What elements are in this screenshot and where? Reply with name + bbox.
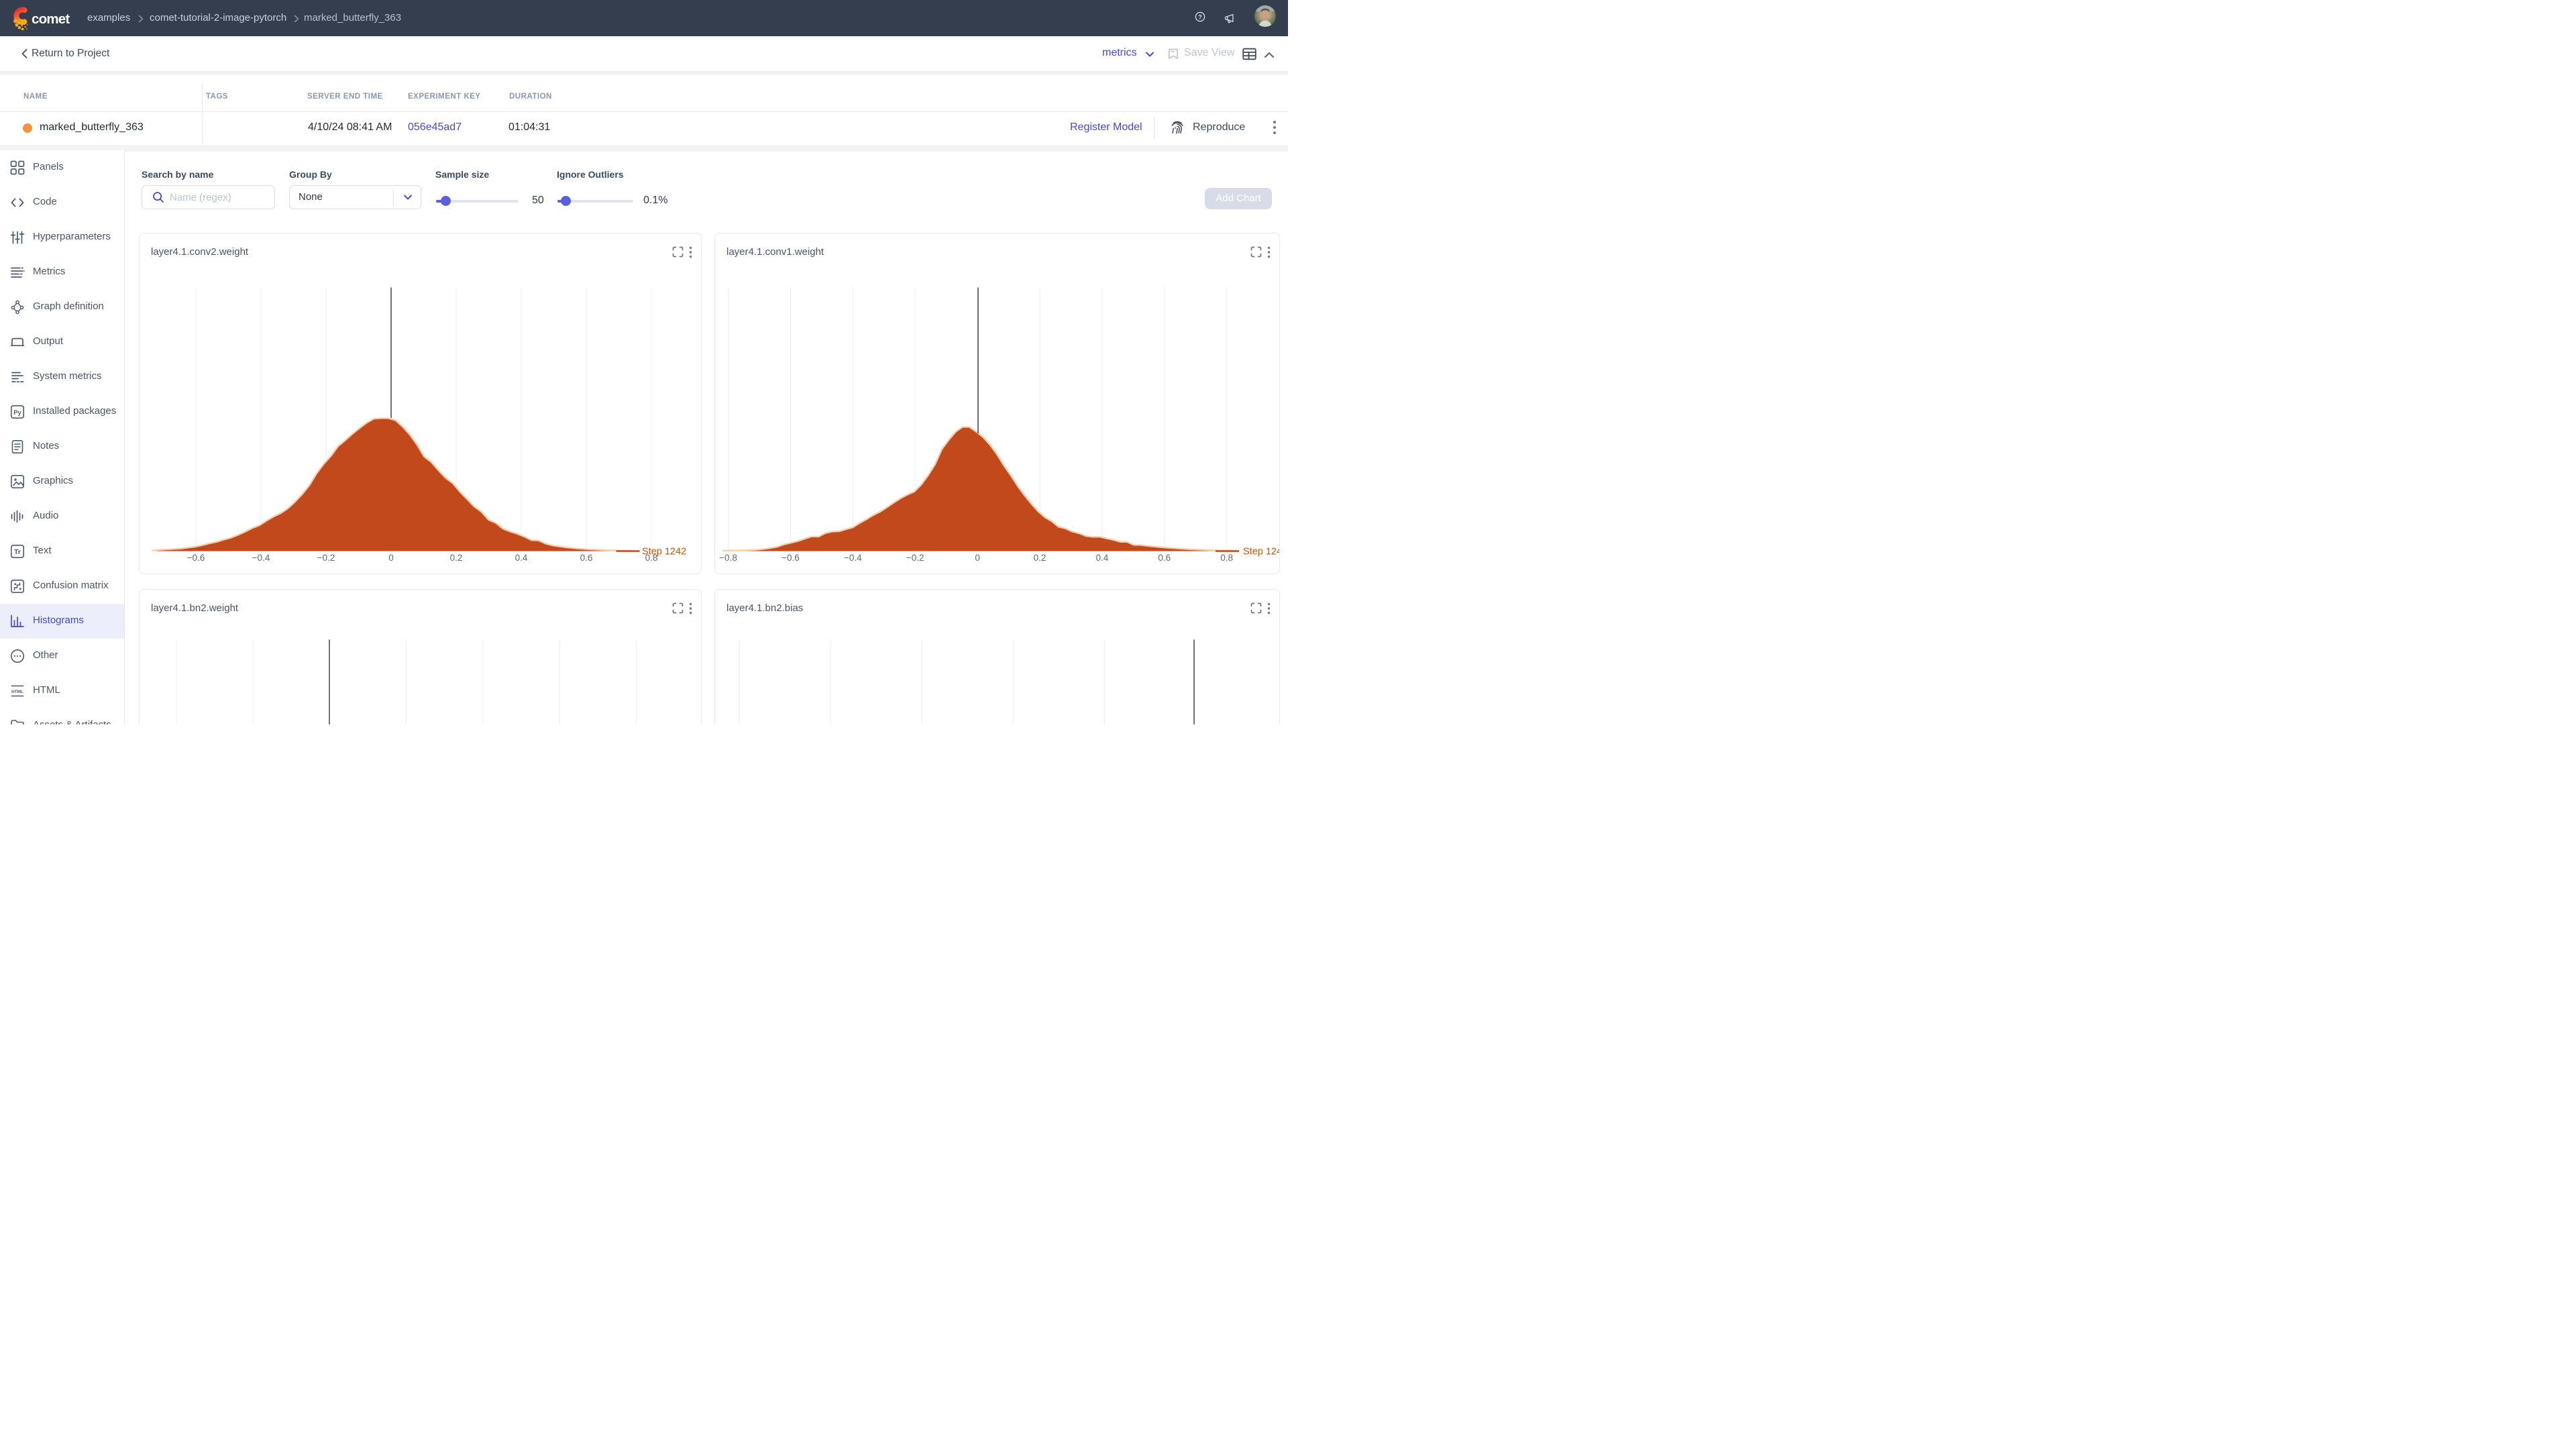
svg-text:Step 1242: Step 1242 (642, 547, 686, 557)
svg-text:0.4: 0.4 (515, 553, 528, 563)
svg-text:0.2: 0.2 (1034, 553, 1046, 563)
svg-text:−0.6: −0.6 (782, 553, 800, 563)
svg-text:0: 0 (388, 553, 394, 563)
svg-text:Tr: Tr (14, 548, 21, 556)
svg-text:?: ? (1198, 13, 1202, 20)
svg-text:−0.4: −0.4 (844, 553, 862, 563)
svg-text:0: 0 (975, 553, 980, 563)
svg-text:−0.2: −0.2 (906, 553, 924, 563)
svg-text:0.2: 0.2 (450, 553, 463, 563)
svg-text:−0.2: −0.2 (317, 553, 335, 563)
svg-text:−0.8: −0.8 (719, 553, 737, 563)
svg-text:0.4: 0.4 (1096, 553, 1109, 563)
svg-text:−0.4: −0.4 (252, 553, 270, 563)
svg-text:0.8: 0.8 (1220, 553, 1233, 563)
svg-text:Step 1242: Step 1242 (1243, 547, 1279, 557)
svg-text:−0.6: −0.6 (187, 553, 205, 563)
svg-text:0.6: 0.6 (1158, 553, 1171, 563)
svg-text:0.6: 0.6 (580, 553, 593, 563)
svg-text:comet: comet (32, 11, 70, 27)
svg-text:HTML: HTML (11, 690, 23, 694)
svg-text:Py: Py (13, 409, 21, 417)
